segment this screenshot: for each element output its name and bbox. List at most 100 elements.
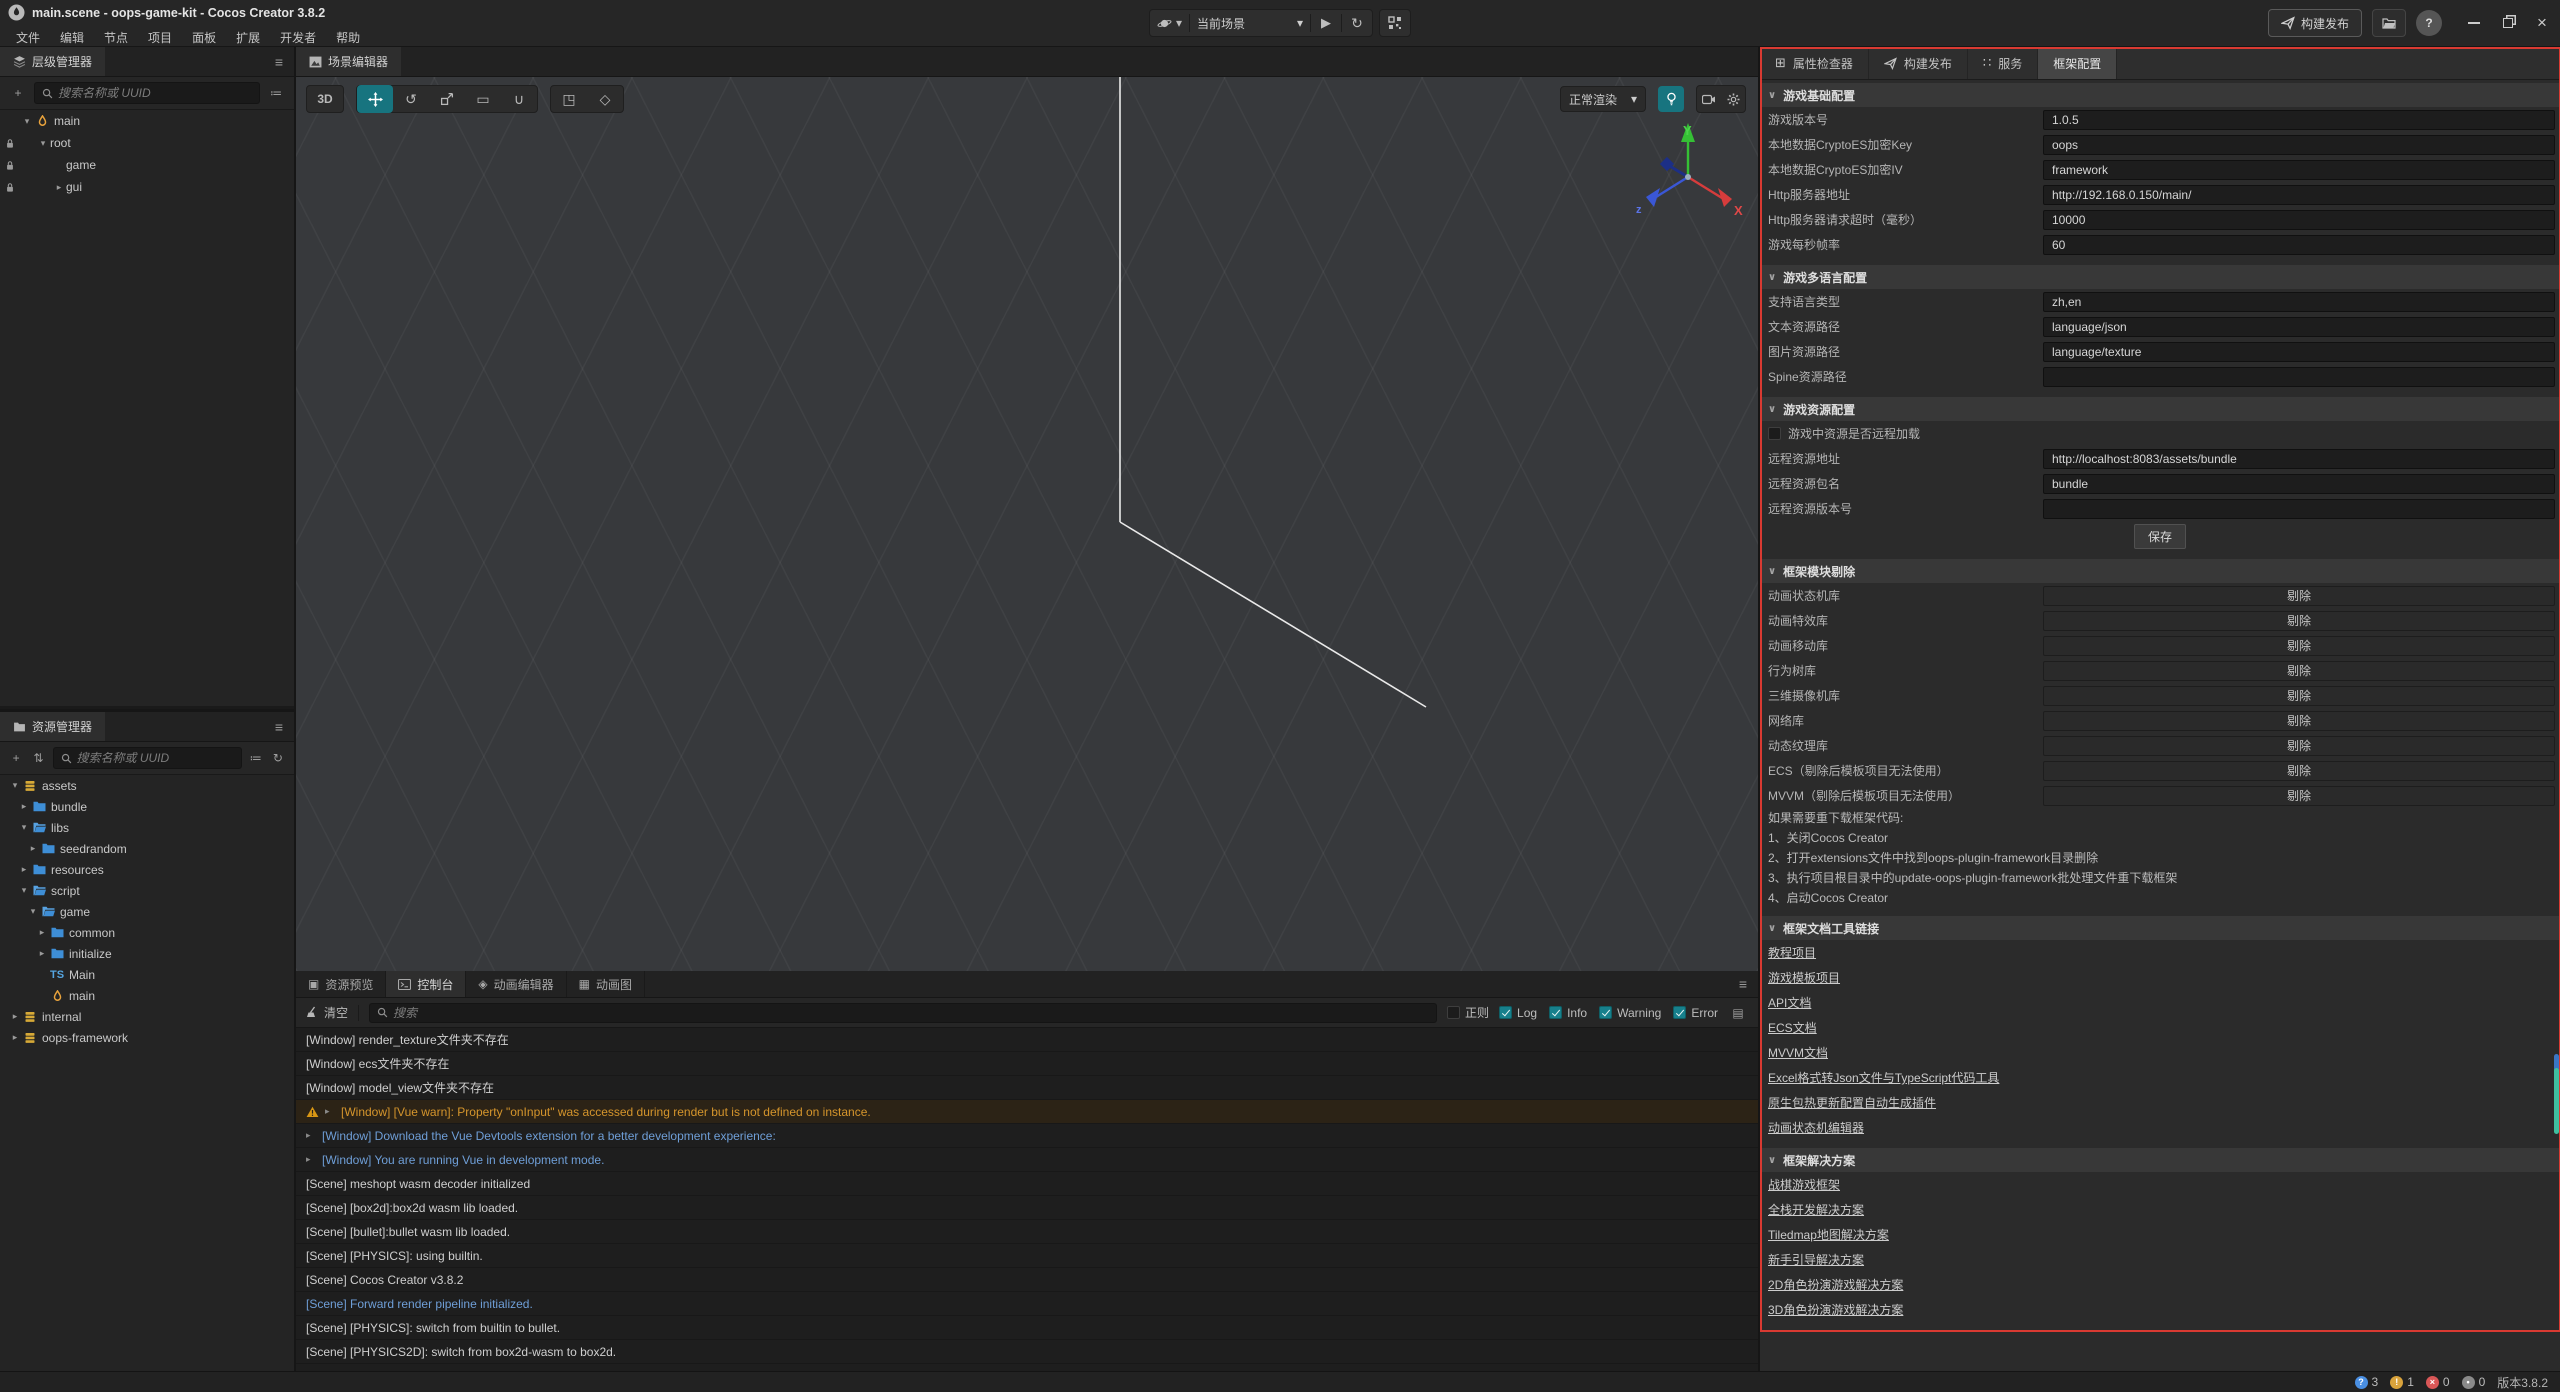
- section-header-0[interactable]: ∨ 游戏基础配置: [1760, 83, 2560, 107]
- field-input-0-2[interactable]: [2043, 160, 2555, 180]
- doc-link-4-1[interactable]: 游戏模板项目: [1768, 969, 1840, 986]
- doc-link-4-2[interactable]: API文档: [1768, 994, 1811, 1011]
- menu-item-6[interactable]: 开发者: [270, 27, 326, 48]
- asset-node-game[interactable]: ▾ game: [0, 901, 294, 922]
- hierarchy-node-game[interactable]: game: [0, 154, 294, 176]
- console-message-6[interactable]: [Scene] meshopt wasm decoder initialized: [296, 1172, 1758, 1196]
- doc-link-5-0[interactable]: 战棋游戏框架: [1768, 1176, 1840, 1193]
- menu-item-5[interactable]: 扩展: [226, 27, 270, 48]
- asset-node-bundle[interactable]: ▸ bundle: [0, 796, 294, 817]
- remove-module-button-3[interactable]: 剔除: [2043, 661, 2555, 681]
- remove-module-button-8[interactable]: 剔除: [2043, 786, 2555, 806]
- menu-item-3[interactable]: 项目: [138, 27, 182, 48]
- platform-select[interactable]: ▾: [1150, 10, 1189, 36]
- asset-node-common[interactable]: ▸ common: [0, 922, 294, 943]
- filter-info[interactable]: Info: [1549, 1006, 1587, 1020]
- filter-error-checkbox[interactable]: [1673, 1006, 1686, 1019]
- section-header-5[interactable]: ∨ 框架解决方案: [1760, 1148, 2560, 1172]
- scene-viewport[interactable]: 3D ↺ ▭ ∪: [296, 77, 1758, 971]
- chevron-down-icon[interactable]: ▾: [17, 885, 31, 896]
- chevron-right-icon[interactable]: ▸: [17, 864, 31, 875]
- console-message-8[interactable]: [Scene] [bullet]:bullet wasm lib loaded.: [296, 1220, 1758, 1244]
- error-count[interactable]: × 0: [2426, 1375, 2450, 1389]
- save-button[interactable]: 保存: [2134, 524, 2186, 549]
- console-message-7[interactable]: [Scene] [box2d]:box2d wasm lib loaded.: [296, 1196, 1758, 1220]
- build-publish-button[interactable]: 构建发布: [2268, 9, 2362, 37]
- inspector-tab-2[interactable]: ∷ 服务: [1968, 47, 2038, 79]
- chevron-down-icon[interactable]: ▾: [17, 822, 31, 833]
- hierarchy-search-input[interactable]: [58, 86, 252, 100]
- rect-tool-button[interactable]: ▭: [465, 85, 501, 113]
- section-header-4[interactable]: ∨ 框架文档工具链接: [1760, 916, 2560, 940]
- transform-tool-button[interactable]: ∪: [501, 85, 537, 113]
- hierarchy-filter-icon[interactable]: ≔: [266, 83, 286, 103]
- scene-settings-button[interactable]: [1721, 85, 1745, 113]
- remote-load-checkbox[interactable]: [1768, 427, 1781, 440]
- hierarchy-node-gui[interactable]: ▸ gui: [0, 176, 294, 198]
- help-button[interactable]: ?: [2416, 10, 2442, 36]
- console-message-11[interactable]: [Scene] Forward render pipeline initiali…: [296, 1292, 1758, 1316]
- lock-icon[interactable]: [0, 160, 20, 171]
- field-input-2-2[interactable]: [2043, 499, 2555, 519]
- asset-node-oops-framework[interactable]: ▸ oops-framework: [0, 1027, 294, 1048]
- asset-node-assets[interactable]: ▾ assets: [0, 775, 294, 796]
- console-message-4[interactable]: ▸ [Window] Download the Vue Devtools ext…: [296, 1124, 1758, 1148]
- console-menu-icon[interactable]: ≡: [1728, 971, 1758, 997]
- sort-assets-icon[interactable]: ⇅: [30, 748, 46, 768]
- filter-log[interactable]: Log: [1499, 1006, 1537, 1020]
- filter-warning[interactable]: Warning: [1599, 1006, 1661, 1020]
- field-input-2-1[interactable]: [2043, 474, 2555, 494]
- render-mode-select[interactable]: 正常渲染 ▾: [1560, 86, 1646, 112]
- asset-node-seedrandom[interactable]: ▸ seedrandom: [0, 838, 294, 859]
- chevron-right-icon[interactable]: ▸: [8, 1011, 22, 1022]
- menu-item-0[interactable]: 文件: [6, 27, 50, 48]
- chevron-right-icon[interactable]: ▸: [52, 182, 66, 193]
- warning-count[interactable]: ! 1: [2390, 1375, 2414, 1389]
- console-tab-1[interactable]: 控制台: [386, 971, 466, 997]
- rotate-tool-button[interactable]: ↺: [393, 85, 429, 113]
- log-file-icon[interactable]: ▤: [1728, 1003, 1748, 1023]
- hierarchy-search[interactable]: [34, 82, 260, 104]
- chevron-right-icon[interactable]: ▸: [17, 801, 31, 812]
- section-header-1[interactable]: ∨ 游戏多语言配置: [1760, 265, 2560, 289]
- minimize-button[interactable]: [2466, 15, 2482, 31]
- menu-item-7[interactable]: 帮助: [326, 27, 370, 48]
- doc-link-5-3[interactable]: 新手引导解决方案: [1768, 1251, 1864, 1268]
- notification-count[interactable]: • 0: [2462, 1375, 2486, 1389]
- chevron-down-icon[interactable]: ▾: [36, 138, 50, 149]
- menu-item-4[interactable]: 面板: [182, 27, 226, 48]
- asset-node-libs[interactable]: ▾ libs: [0, 817, 294, 838]
- filter-warning-checkbox[interactable]: [1599, 1006, 1612, 1019]
- doc-link-4-7[interactable]: 动画状态机编辑器: [1768, 1119, 1864, 1136]
- doc-link-5-4[interactable]: 2D角色扮演游戏解决方案: [1768, 1276, 1903, 1293]
- remove-module-button-2[interactable]: 剔除: [2043, 636, 2555, 656]
- chevron-right-icon[interactable]: ▸: [35, 948, 49, 959]
- console-message-5[interactable]: ▸ [Window] You are running Vue in develo…: [296, 1148, 1758, 1172]
- hierarchy-node-main[interactable]: ▾ main: [0, 110, 294, 132]
- tab-hierarchy[interactable]: 层级管理器: [0, 47, 105, 76]
- section-header-2[interactable]: ∨ 游戏资源配置: [1760, 397, 2560, 421]
- console-message-0[interactable]: [Window] render_texture文件夹不存在: [296, 1028, 1758, 1052]
- regex-toggle[interactable]: 正则: [1447, 1004, 1489, 1021]
- console-message-9[interactable]: [Scene] [PHYSICS]: using builtin.: [296, 1244, 1758, 1268]
- console-message-1[interactable]: [Window] ecs文件夹不存在: [296, 1052, 1758, 1076]
- console-message-12[interactable]: [Scene] [PHYSICS]: switch from builtin t…: [296, 1316, 1758, 1340]
- doc-link-4-3[interactable]: ECS文档: [1768, 1019, 1817, 1036]
- field-input-2-0[interactable]: [2043, 449, 2555, 469]
- doc-link-4-4[interactable]: MVVM文档: [1768, 1044, 1828, 1061]
- remove-module-button-5[interactable]: 剔除: [2043, 711, 2555, 731]
- current-scene-select[interactable]: 当前场景 ▾: [1190, 10, 1310, 36]
- field-input-1-3[interactable]: [2043, 367, 2555, 387]
- regex-checkbox[interactable]: [1447, 1006, 1460, 1019]
- chevron-down-icon[interactable]: ▾: [8, 780, 22, 791]
- remove-module-button-7[interactable]: 剔除: [2043, 761, 2555, 781]
- doc-link-5-5[interactable]: 3D角色扮演游戏解决方案: [1768, 1301, 1903, 1318]
- console-message-13[interactable]: [Scene] [PHYSICS2D]: switch from box2d-w…: [296, 1340, 1758, 1364]
- coordinate-toggle-button[interactable]: ◇: [587, 85, 623, 113]
- field-input-1-0[interactable]: [2043, 292, 2555, 312]
- qr-preview-button[interactable]: [1380, 10, 1410, 36]
- tab-scene-editor[interactable]: 场景编辑器: [296, 47, 401, 76]
- field-input-1-1[interactable]: [2043, 317, 2555, 337]
- lock-icon[interactable]: [0, 182, 20, 193]
- doc-link-4-5[interactable]: Excel格式转Json文件与TypeScript代码工具: [1768, 1069, 1999, 1086]
